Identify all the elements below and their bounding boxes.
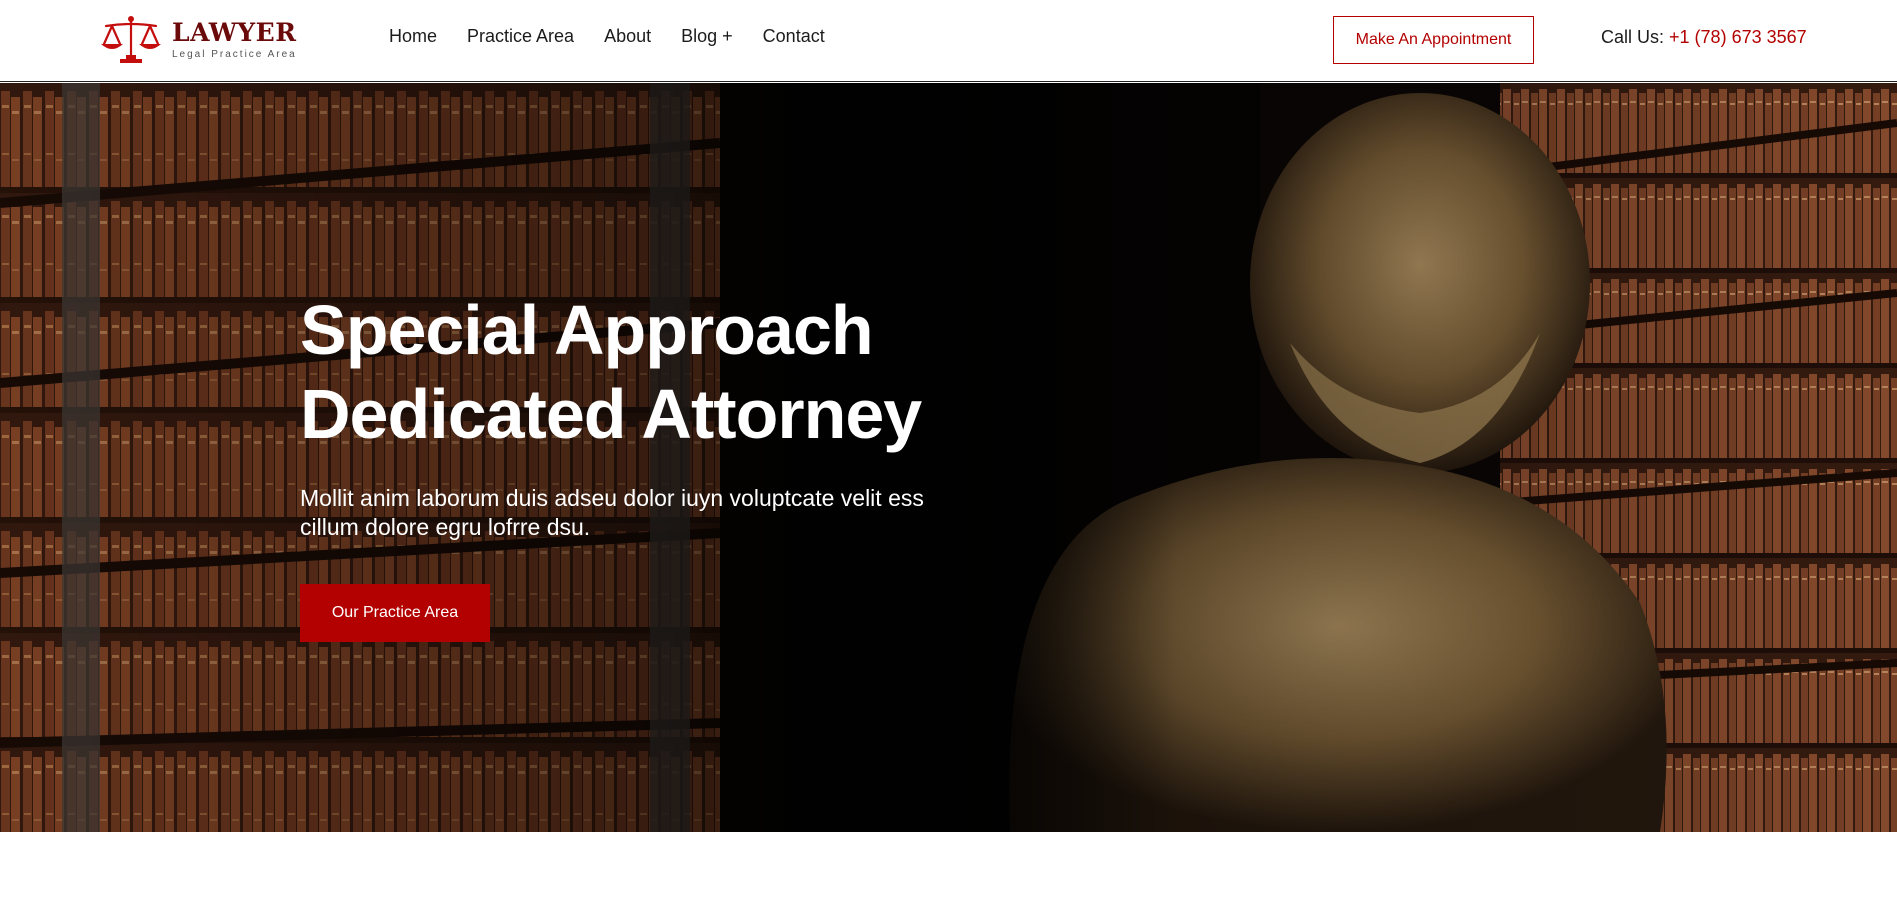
brand-logo[interactable]: LAWYER Legal Practice Area xyxy=(98,14,297,66)
nav-item-contact[interactable]: Contact xyxy=(763,26,825,47)
nav-item-home[interactable]: Home xyxy=(389,26,437,47)
nav-item-about[interactable]: About xyxy=(604,26,651,47)
hero-title-line-2: Dedicated Attorney xyxy=(300,375,922,453)
make-appointment-button[interactable]: Make An Appointment xyxy=(1333,16,1534,64)
hero-title-line-1: Special Approach xyxy=(300,291,874,369)
call-label: Call Us: xyxy=(1601,27,1665,47)
call-us: Call Us: +1 (78) 673 3567 xyxy=(1601,27,1807,48)
scales-of-justice-icon xyxy=(101,16,161,63)
phone-number-link[interactable]: +1 (78) 673 3567 xyxy=(1669,27,1807,47)
site-header: LAWYER Legal Practice Area Home Practice… xyxy=(0,0,1897,82)
hero-content: Special Approach Dedicated Attorney Moll… xyxy=(300,288,1000,642)
nav-item-practice-area[interactable]: Practice Area xyxy=(467,26,574,47)
main-nav: Home Practice Area About Blog + Contact xyxy=(389,26,855,47)
hero-section: Special Approach Dedicated Attorney Moll… xyxy=(0,83,1897,832)
hero-description: Mollit anim laborum duis adseu dolor iuy… xyxy=(300,485,924,540)
nav-item-blog[interactable]: Blog + xyxy=(681,26,733,47)
brand-name: LAWYER xyxy=(172,18,297,47)
brand-tagline: Legal Practice Area xyxy=(172,49,297,60)
our-practice-area-button[interactable]: Our Practice Area xyxy=(300,584,490,642)
hero-title: Special Approach Dedicated Attorney xyxy=(300,288,1000,456)
